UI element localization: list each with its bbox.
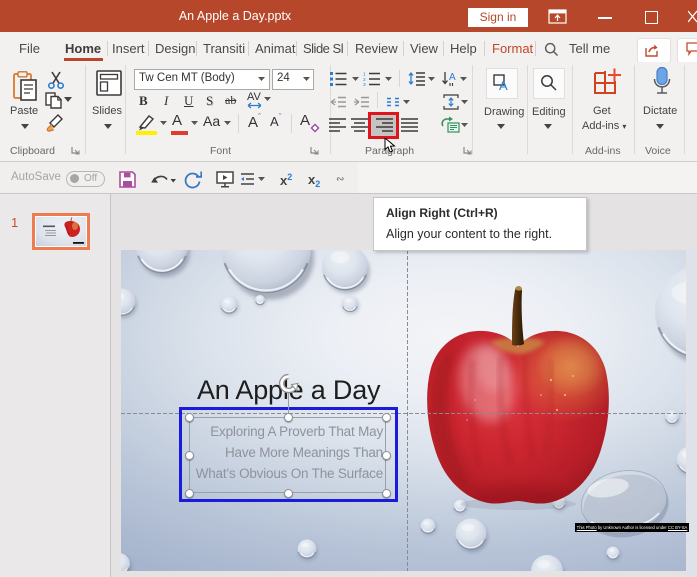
svg-text:3: 3 [363,82,366,86]
svg-text:A: A [499,78,508,91]
svg-text:A: A [449,72,456,83]
svg-text:1: 1 [363,72,366,78]
svg-text:2: 2 [363,77,366,83]
